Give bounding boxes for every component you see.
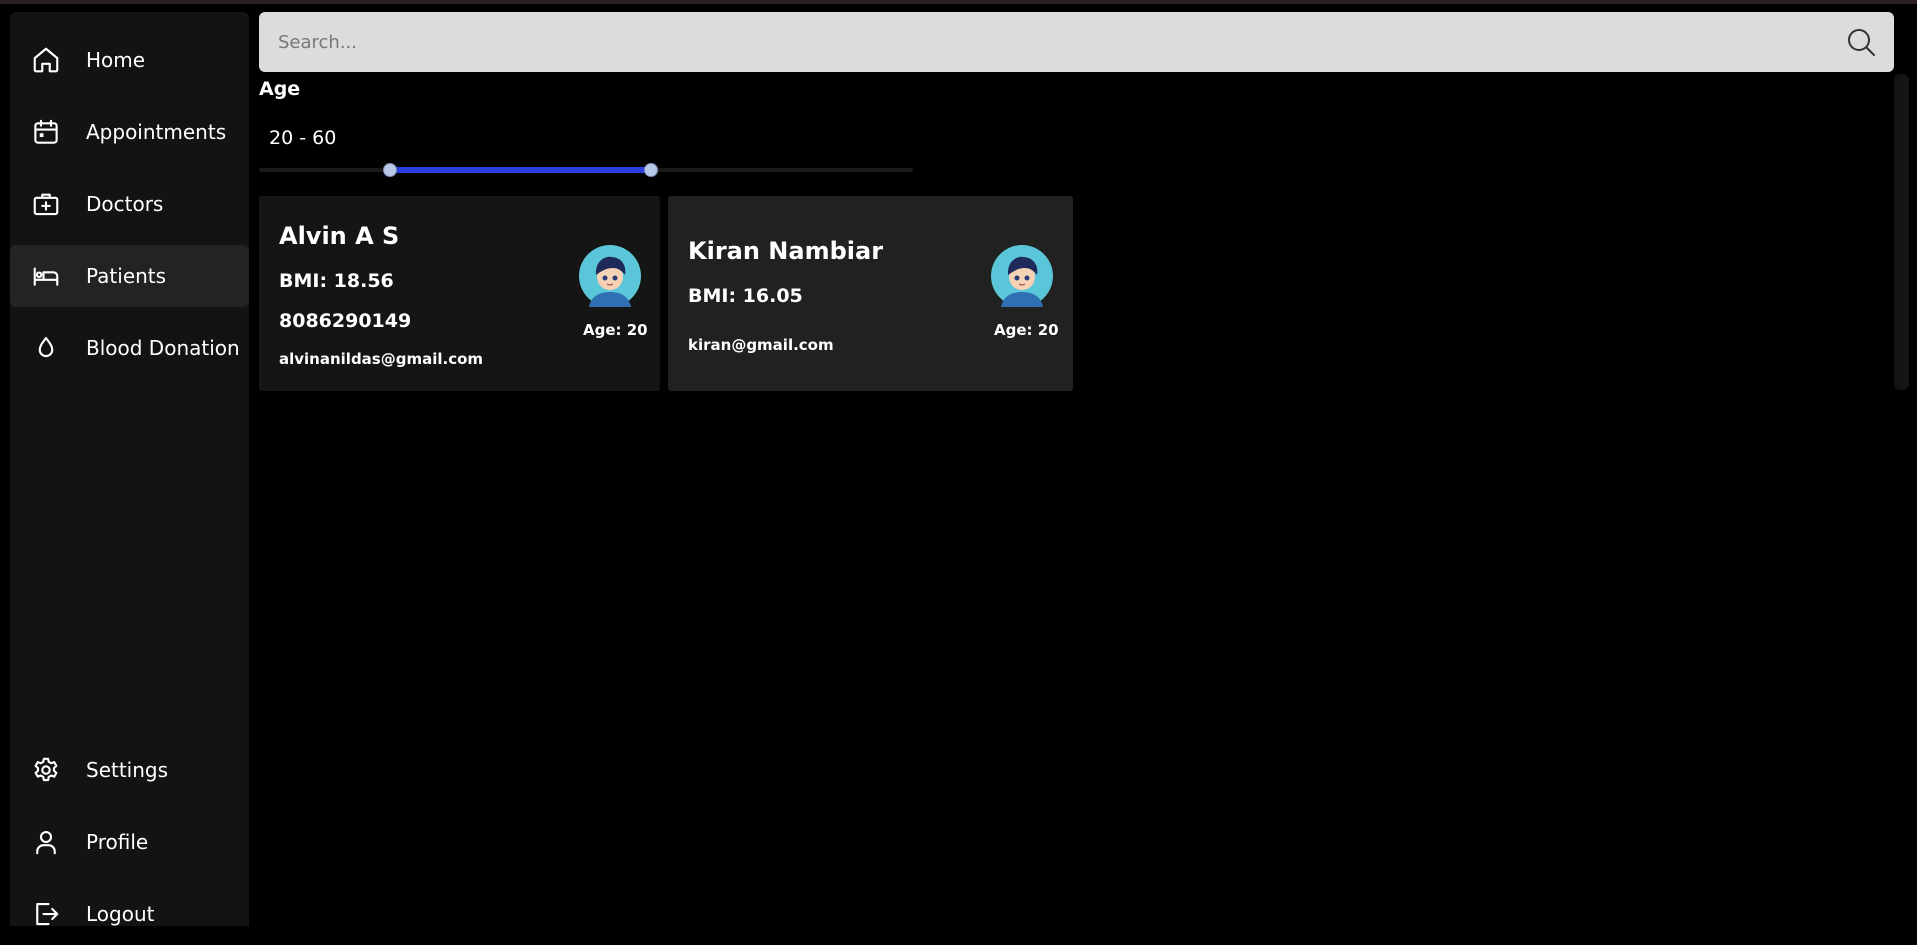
sidebar-item-label: Home: [86, 48, 146, 72]
search-icon[interactable]: [1846, 27, 1876, 57]
sidebar-item-label: Blood Donation: [86, 336, 240, 360]
avatar: [579, 245, 641, 307]
sidebar-item-label: Logout: [86, 902, 155, 926]
sidebar: Home Appointments Doctors Patients Blood…: [10, 12, 249, 926]
age-filter-title: Age: [259, 78, 301, 100]
patient-age: Age: 20: [994, 321, 1059, 339]
gear-icon: [31, 755, 61, 785]
sidebar-item-label: Settings: [86, 758, 169, 782]
medical-bag-icon: [31, 189, 61, 219]
patient-bmi: BMI: 18.56: [279, 270, 394, 292]
sidebar-item-appointments[interactable]: Appointments: [10, 101, 249, 163]
patient-card[interactable]: Kiran Nambiar BMI: 16.05 kiran@gmail.com…: [668, 196, 1073, 391]
search-bar: [259, 12, 1894, 72]
sidebar-item-doctors[interactable]: Doctors: [10, 173, 249, 235]
patient-name: Kiran Nambiar: [688, 237, 884, 265]
patient-card[interactable]: Alvin A S BMI: 18.56 8086290149 alvinani…: [259, 196, 660, 391]
age-range-value: 20 - 60: [269, 127, 337, 149]
patient-name: Alvin A S: [279, 222, 400, 250]
sidebar-item-patients[interactable]: Patients: [10, 245, 249, 307]
sidebar-item-label: Appointments: [86, 120, 227, 144]
sidebar-item-profile[interactable]: Profile: [10, 811, 249, 873]
avatar: [991, 245, 1053, 307]
sidebar-item-label: Profile: [86, 830, 149, 854]
patient-phone: 8086290149: [279, 310, 412, 332]
slider-min-thumb[interactable]: [382, 163, 397, 177]
vertical-scrollbar[interactable]: [1894, 74, 1909, 390]
user-icon: [31, 827, 61, 857]
patient-email: alvinanildas@gmail.com: [279, 350, 484, 368]
bed-icon: [31, 261, 61, 291]
window-top-edge: [0, 0, 1917, 4]
search-input[interactable]: [259, 12, 1819, 72]
slider-max-thumb[interactable]: [644, 163, 659, 177]
home-icon: [31, 45, 61, 75]
sidebar-item-label: Patients: [86, 264, 167, 288]
age-range-slider[interactable]: [259, 160, 913, 180]
slider-selected-range: [389, 167, 652, 173]
sidebar-item-home[interactable]: Home: [10, 29, 249, 91]
sidebar-item-label: Doctors: [86, 192, 164, 216]
logout-icon: [31, 899, 61, 929]
patient-email: kiran@gmail.com: [688, 336, 834, 354]
sidebar-item-logout[interactable]: Logout: [10, 883, 249, 945]
drop-icon: [31, 333, 61, 363]
sidebar-item-settings[interactable]: Settings: [10, 739, 249, 801]
patient-age: Age: 20: [583, 321, 648, 339]
sidebar-item-blood-donation[interactable]: Blood Donation: [10, 317, 249, 379]
patient-bmi: BMI: 16.05: [688, 285, 803, 307]
calendar-icon: [31, 117, 61, 147]
